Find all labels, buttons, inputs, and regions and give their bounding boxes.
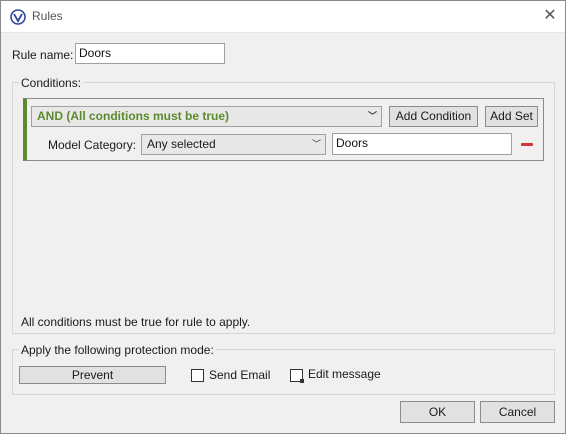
remove-condition-icon[interactable]	[521, 143, 533, 146]
add-set-button[interactable]: Add Set	[485, 106, 538, 127]
send-email-label: Send Email	[209, 368, 271, 382]
chevron-down-icon: ﹀	[367, 111, 377, 121]
cancel-button[interactable]: Cancel	[480, 401, 555, 423]
add-condition-button[interactable]: Add Condition	[389, 106, 478, 127]
chevron-down-icon: ﹀	[311, 139, 321, 149]
window-title: Rules	[32, 9, 63, 23]
title-bar: Rules ✕	[1, 1, 565, 33]
protection-caption: Apply the following protection mode:	[19, 343, 216, 357]
close-icon[interactable]: ✕	[541, 7, 559, 25]
operator-dropdown[interactable]: AND (All conditions must be true) ﹀	[31, 106, 382, 127]
model-category-label: Model Category:	[48, 138, 137, 152]
prevent-button[interactable]: Prevent	[19, 366, 166, 384]
edit-message-icon[interactable]	[290, 369, 304, 383]
operator-selected: AND (All conditions must be true)	[37, 109, 229, 123]
comparator-dropdown[interactable]: Any selected ﹀	[141, 134, 326, 155]
logo-icon	[10, 9, 26, 25]
send-email-checkbox[interactable]	[191, 369, 204, 382]
rule-name-label: Rule name:	[12, 48, 74, 62]
edit-message-label[interactable]: Edit message	[308, 367, 381, 381]
rule-name-input[interactable]: Doors	[75, 43, 225, 64]
ok-button[interactable]: OK	[400, 401, 475, 423]
condition-value-input[interactable]: Doors	[332, 133, 512, 155]
conditions-caption: Conditions:	[19, 76, 84, 90]
comparator-selected: Any selected	[147, 137, 216, 151]
conditions-footer-text: All conditions must be true for rule to …	[21, 315, 251, 329]
rules-dialog: Rules ✕ Rule name: Doors Conditions: AND…	[0, 0, 566, 434]
